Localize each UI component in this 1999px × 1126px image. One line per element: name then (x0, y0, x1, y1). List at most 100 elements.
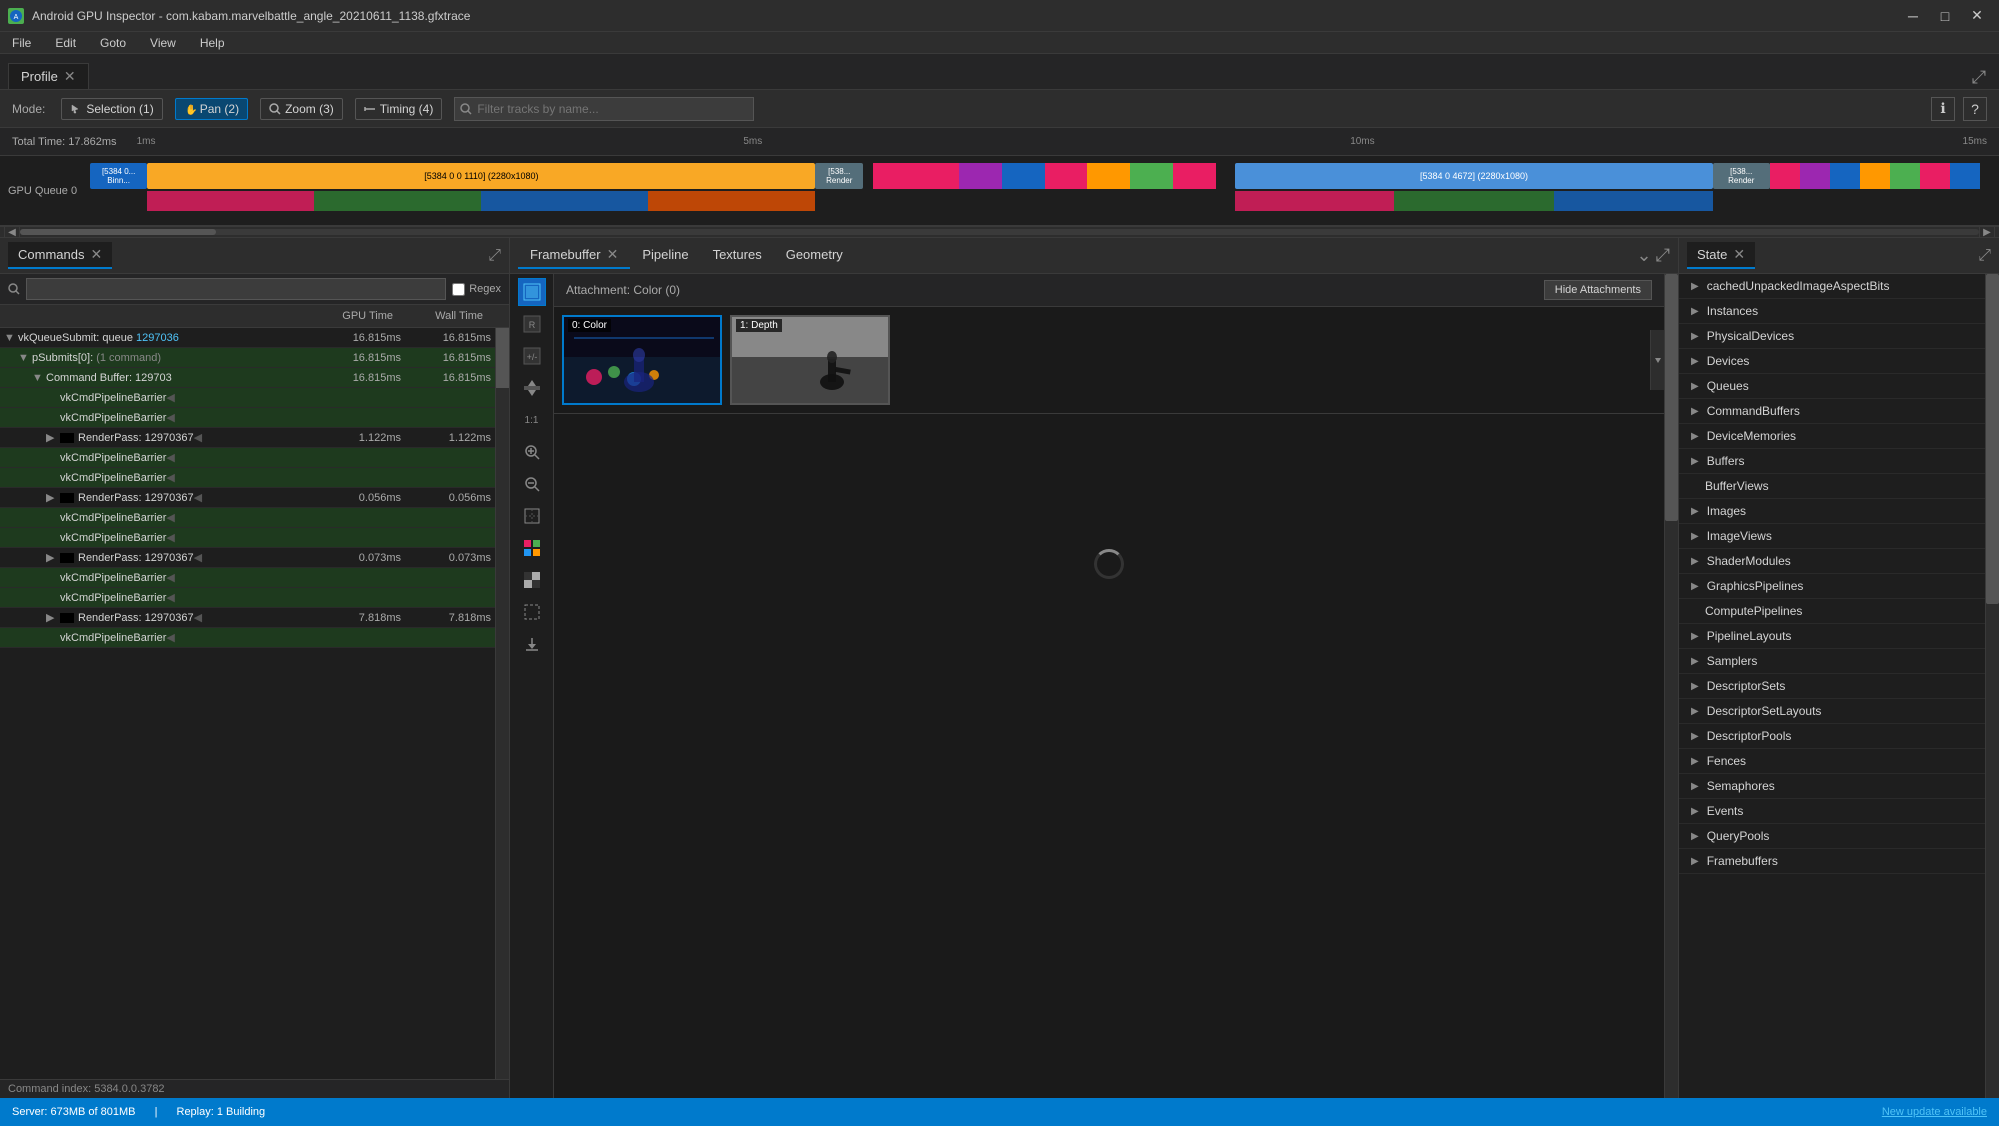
cmd-link-0[interactable]: 1297036 (136, 332, 179, 344)
menu-view[interactable]: View (142, 34, 184, 52)
cmd-row-1[interactable]: ▼ pSubmits[0]: (1 command) 16.815ms 16.8… (0, 348, 495, 368)
cmd-row-14[interactable]: ▶ RenderPass: 12970367◀ 7.818ms 7.818ms (0, 608, 495, 628)
help-button[interactable]: ? (1963, 97, 1987, 121)
commands-list[interactable]: ▼ vkQueueSubmit: queue 1297036 16.815ms … (0, 328, 495, 1079)
state-item-21[interactable]: ▶ Events (1679, 799, 1985, 824)
state-item-13[interactable]: ComputePipelines (1679, 599, 1985, 624)
fb-palette-tool[interactable] (518, 534, 546, 562)
state-item-19[interactable]: ▶ Fences (1679, 749, 1985, 774)
close-button[interactable]: ✕ (1963, 6, 1991, 26)
fb-color-tool[interactable] (518, 278, 546, 306)
state-item-10[interactable]: ▶ ImageViews (1679, 524, 1985, 549)
pan-mode-button[interactable]: ✋ Pan (2) (175, 98, 248, 120)
state-item-5[interactable]: ▶ CommandBuffers (1679, 399, 1985, 424)
cmd-row-3[interactable]: vkCmdPipelineBarrier◀ (0, 388, 495, 408)
tab-geometry[interactable]: Geometry (774, 243, 855, 268)
minimize-button[interactable]: ─ (1899, 6, 1927, 26)
state-item-7[interactable]: ▶ Buffers (1679, 449, 1985, 474)
profile-maximize-button[interactable]: ⤢ (1967, 65, 1991, 89)
hide-attachments-button[interactable]: Hide Attachments (1544, 280, 1652, 300)
fb-channel-r-tool[interactable]: R (518, 310, 546, 338)
state-item-4[interactable]: ▶ Queues (1679, 374, 1985, 399)
fb-flipy-tool[interactable] (518, 374, 546, 402)
gpu-bar-4[interactable]: [538... Render (1713, 163, 1770, 189)
commands-tab-close[interactable]: ✕ (90, 246, 102, 263)
state-item-9[interactable]: ▶ Images (1679, 499, 1985, 524)
cmd-row-11[interactable]: ▶ RenderPass: 12970367◀ 0.073ms 0.073ms (0, 548, 495, 568)
timing-mode-button[interactable]: Timing (4) (355, 98, 443, 120)
maximize-button[interactable]: □ (1931, 6, 1959, 26)
cmd-row-6[interactable]: vkCmdPipelineBarrier◀ (0, 448, 495, 468)
cmd-row-15[interactable]: vkCmdPipelineBarrier◀ (0, 628, 495, 648)
tab-framebuffer-close[interactable]: ✕ (607, 246, 619, 263)
state-item-6[interactable]: ▶ DeviceMemories (1679, 424, 1985, 449)
scroll-thumb[interactable] (20, 229, 216, 235)
state-item-12[interactable]: ▶ GraphicsPipelines (1679, 574, 1985, 599)
cmd-row-2[interactable]: ▼ Command Buffer: 129703 16.815ms 16.815… (0, 368, 495, 388)
gpu-bar-2[interactable]: [538... Render (815, 163, 863, 189)
state-item-15[interactable]: ▶ Samplers (1679, 649, 1985, 674)
fb-download-tool[interactable] (518, 630, 546, 658)
fb-zoom-in-tool[interactable] (518, 438, 546, 466)
commands-tab[interactable]: Commands ✕ (8, 242, 112, 269)
cmd-expand-2[interactable]: ▼ (32, 372, 46, 384)
gpu-bar-0[interactable]: [5384 0... Binn... (90, 163, 147, 189)
state-item-16[interactable]: ▶ DescriptorSets (1679, 674, 1985, 699)
state-item-14[interactable]: ▶ PipelineLayouts (1679, 624, 1985, 649)
thumbnail-depth[interactable]: 1: Depth (730, 315, 890, 405)
cmd-row-13[interactable]: vkCmdPipelineBarrier◀ (0, 588, 495, 608)
state-item-20[interactable]: ▶ Semaphores (1679, 774, 1985, 799)
menu-edit[interactable]: Edit (47, 34, 84, 52)
cmd-row-7[interactable]: vkCmdPipelineBarrier◀ (0, 468, 495, 488)
filter-tracks-input[interactable] (454, 97, 754, 121)
zoom-mode-button[interactable]: Zoom (3) (260, 98, 343, 120)
scroll-track[interactable] (20, 229, 1979, 235)
commands-scroll-thumb[interactable] (496, 328, 509, 388)
gpu-bar-multicolor[interactable] (873, 163, 1217, 189)
fb-maximize-button[interactable]: ⤢ (1656, 245, 1670, 266)
regex-checkbox-label[interactable]: Regex (452, 283, 501, 296)
thumbnail-color[interactable]: 0: Color (562, 315, 722, 405)
thumbnails-scroll-down[interactable] (1650, 330, 1664, 390)
state-item-18[interactable]: ▶ DescriptorPools (1679, 724, 1985, 749)
scroll-left-arrow[interactable]: ◀ (4, 226, 20, 238)
state-scroll-v[interactable] (1985, 274, 1999, 1098)
fb-overlay-tool[interactable] (518, 502, 546, 530)
state-item-23[interactable]: ▶ Framebuffers (1679, 849, 1985, 874)
fb-1to1-tool[interactable]: 1:1 (518, 406, 546, 434)
cmd-expand-8[interactable]: ▶ (46, 491, 60, 504)
info-button[interactable]: ℹ (1931, 97, 1955, 121)
regex-checkbox[interactable] (452, 283, 465, 296)
state-item-8[interactable]: BufferViews (1679, 474, 1985, 499)
cmd-expand-0[interactable]: ▼ (4, 332, 18, 344)
state-item-2[interactable]: ▶ PhysicalDevices (1679, 324, 1985, 349)
scroll-right-arrow[interactable]: ▶ (1979, 226, 1995, 238)
state-tab[interactable]: State ✕ (1687, 242, 1755, 269)
selection-mode-button[interactable]: Selection (1) (61, 98, 162, 120)
fb-channel-rg-tool[interactable]: +/- (518, 342, 546, 370)
state-item-3[interactable]: ▶ Devices (1679, 349, 1985, 374)
commands-search-input[interactable] (26, 278, 446, 300)
fb-scroll-right[interactable] (1664, 274, 1678, 1098)
fb-checker-tool[interactable] (518, 566, 546, 594)
state-item-17[interactable]: ▶ DescriptorSetLayouts (1679, 699, 1985, 724)
profile-tab[interactable]: Profile ✕ (8, 63, 89, 89)
cmd-expand-1[interactable]: ▼ (18, 352, 32, 364)
gpu-bar-1[interactable]: [5384 0 0 1110] (2280x1080) (147, 163, 815, 189)
cmd-row-0[interactable]: ▼ vkQueueSubmit: queue 1297036 16.815ms … (0, 328, 495, 348)
commands-scroll-v[interactable] (495, 328, 509, 1079)
menu-help[interactable]: Help (192, 34, 233, 52)
state-maximize-button[interactable]: ⤢ (1978, 247, 1991, 265)
cmd-row-10[interactable]: vkCmdPipelineBarrier◀ (0, 528, 495, 548)
fb-image-viewport[interactable] (554, 414, 1664, 714)
state-item-0[interactable]: ▶ cachedUnpackedImageAspectBits (1679, 274, 1985, 299)
state-item-1[interactable]: ▶ Instances (1679, 299, 1985, 324)
state-item-11[interactable]: ▶ ShaderModules (1679, 549, 1985, 574)
gpu-queue-track[interactable]: [5384 0... Binn... [5384 0 0 1110] (2280… (90, 161, 1999, 221)
cmd-expand-5[interactable]: ▶ (46, 431, 60, 444)
cmd-row-4[interactable]: vkCmdPipelineBarrier◀ (0, 408, 495, 428)
tab-framebuffer[interactable]: Framebuffer ✕ (518, 242, 630, 269)
new-update-link[interactable]: New update available (1882, 1106, 1987, 1118)
state-item-22[interactable]: ▶ QueryPools (1679, 824, 1985, 849)
fb-zoom-out-tool[interactable] (518, 470, 546, 498)
